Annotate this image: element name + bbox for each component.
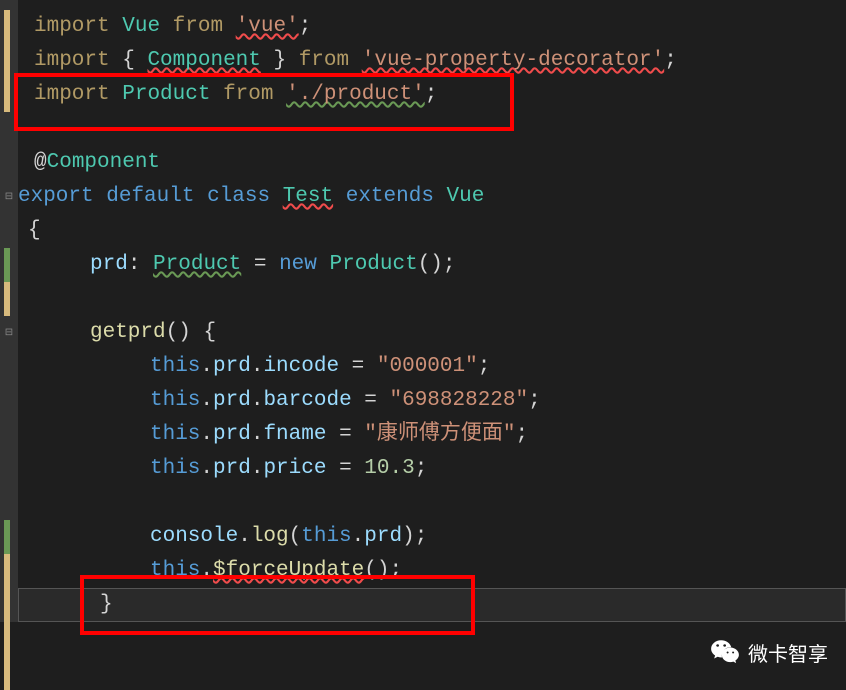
code-line[interactable]: import { Component } from 'vue-property-… bbox=[0, 44, 846, 78]
code-line[interactable]: console.log(this.prd); bbox=[0, 520, 846, 554]
watermark-text: 微卡智享 bbox=[748, 638, 828, 667]
code-line[interactable]: ⊟export default class Test extends Vue bbox=[0, 180, 846, 214]
code-line[interactable]: this.prd.price = 10.3; bbox=[0, 452, 846, 486]
wechat-icon bbox=[710, 637, 740, 667]
code-line[interactable]: { bbox=[0, 214, 846, 248]
code-line[interactable]: this.prd.barcode = "698828228"; bbox=[0, 384, 846, 418]
code-line[interactable] bbox=[0, 486, 846, 520]
code-line[interactable]: this.$forceUpdate(); bbox=[0, 554, 846, 588]
code-editor[interactable]: import Vue from 'vue'; import { Componen… bbox=[0, 0, 846, 622]
code-line[interactable] bbox=[0, 282, 846, 316]
code-line[interactable]: @Component bbox=[0, 146, 846, 180]
code-line[interactable]: prd: Product = new Product(); bbox=[0, 248, 846, 282]
fold-toggle[interactable]: ⊟ bbox=[0, 316, 18, 350]
code-line[interactable]: this.prd.incode = "000001"; bbox=[0, 350, 846, 384]
code-line[interactable]: ⊟getprd() { bbox=[0, 316, 846, 350]
watermark: 微卡智享 bbox=[710, 637, 828, 667]
code-line[interactable]: import Product from './product'; bbox=[0, 78, 846, 112]
code-line[interactable]: } bbox=[0, 588, 846, 622]
code-line[interactable] bbox=[0, 112, 846, 146]
code-line[interactable]: import Vue from 'vue'; bbox=[0, 10, 846, 44]
code-line[interactable]: this.prd.fname = "康师傅方便面"; bbox=[0, 418, 846, 452]
fold-toggle[interactable]: ⊟ bbox=[0, 180, 18, 214]
